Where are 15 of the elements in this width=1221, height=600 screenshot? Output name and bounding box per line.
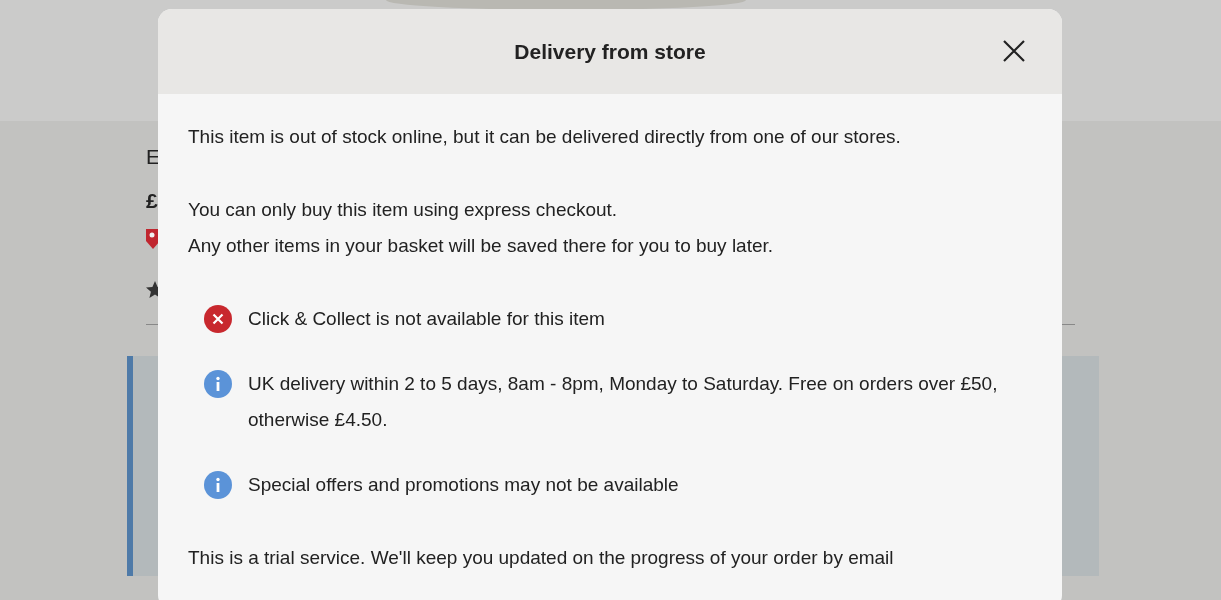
- star-icon: [146, 281, 158, 299]
- dialog-title: Delivery from store: [514, 39, 706, 64]
- notice-text: Click & Collect is not available for this item: [248, 307, 605, 331]
- product-price: £: [146, 189, 158, 213]
- body-text: You can only buy this item using express checkout.: [188, 198, 619, 222]
- error-icon: [204, 305, 232, 333]
- body-text: Any other items in your basket will be saved there for you to buy later.: [188, 234, 775, 258]
- info-icon: [204, 471, 232, 499]
- close-button[interactable]: [1002, 39, 1026, 63]
- body-text: This item is out of stock online, but it can be delivered directly from one of our stores.: [188, 125, 902, 149]
- body-text: This is a trial service. We'll keep you updated on the progress of your order by email: [188, 546, 895, 570]
- notice-text: Special offers and promotions may not be available: [248, 473, 679, 497]
- notice-text: UK delivery within 2 to 5 days, 8am - 8pm, Monday to Saturday. Free on orders over £50, otherwise £4.50.: [248, 372, 999, 432]
- product-title: E: [146, 145, 160, 169]
- info-icon: [204, 370, 232, 398]
